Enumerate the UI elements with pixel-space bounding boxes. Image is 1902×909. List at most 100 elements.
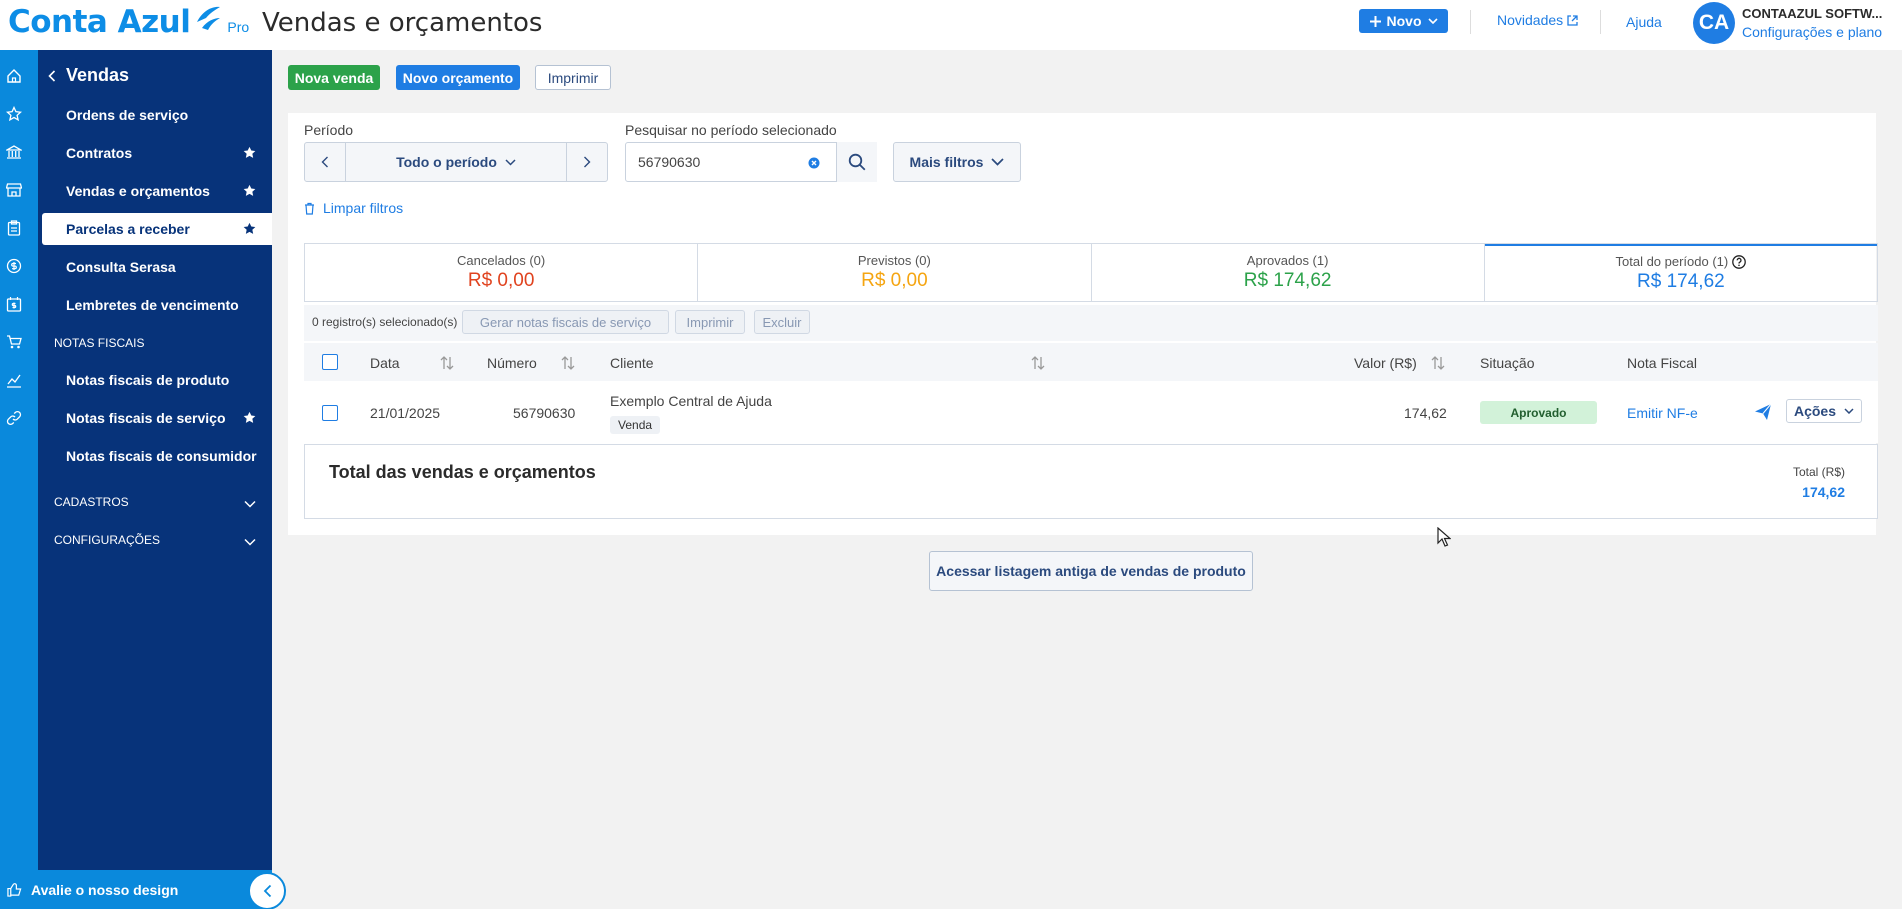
row-value: 174,62 <box>1404 405 1447 421</box>
star-filled-icon[interactable] <box>243 184 256 197</box>
period-label: Período <box>304 122 354 138</box>
plan-badge: Pro <box>227 19 250 35</box>
feedback-bar[interactable]: Avalie o nosso design <box>0 870 272 909</box>
bank-icon[interactable] <box>6 144 22 160</box>
star-filled-icon[interactable] <box>243 222 256 235</box>
collapse-sidebar-button[interactable] <box>248 872 286 909</box>
chart-icon[interactable] <box>6 372 22 388</box>
more-filters-button[interactable]: Mais filtros <box>893 142 1021 182</box>
star-icon[interactable] <box>6 106 22 122</box>
card-label: Cancelados (0) <box>457 253 546 268</box>
old-list-button[interactable]: Acessar listagem antiga de vendas de pro… <box>929 551 1253 591</box>
column-header-numero[interactable]: Número <box>487 355 537 371</box>
search-value: 56790630 <box>638 154 701 170</box>
chevron-down-icon[interactable] <box>244 500 256 508</box>
sidebar-item-parcelas-receber[interactable]: Parcelas a receber <box>42 213 272 245</box>
search-icon <box>848 153 866 171</box>
calendar-dollar-icon[interactable] <box>6 296 22 312</box>
sidebar-item-label: Notas fiscais de serviço <box>66 410 226 426</box>
new-sale-button[interactable]: Nova venda <box>288 65 380 90</box>
divider <box>1600 10 1601 34</box>
send-icon[interactable] <box>1754 403 1772 421</box>
sort-icon[interactable] <box>1030 355 1046 371</box>
help-link[interactable]: Ajuda <box>1626 14 1662 30</box>
more-filters-label: Mais filtros <box>909 154 984 170</box>
select-all-checkbox[interactable] <box>322 354 338 370</box>
sidebar-item-label: Ordens de serviço <box>66 107 189 123</box>
cart-icon[interactable] <box>6 334 22 350</box>
chevron-left-icon <box>263 884 271 898</box>
avatar[interactable]: CA <box>1693 2 1735 44</box>
period-prev-button[interactable] <box>305 143 345 181</box>
chevron-down-icon[interactable] <box>244 538 256 546</box>
actions-dropdown[interactable]: Ações <box>1786 399 1862 423</box>
bulk-delete-button[interactable]: Excluir <box>754 310 810 334</box>
clipboard-icon[interactable] <box>6 220 22 236</box>
row-checkbox[interactable] <box>322 405 338 421</box>
sidebar-section-config[interactable]: CONFIGURAÇÕES <box>54 533 160 547</box>
sidebar-item-contratos[interactable]: Contratos <box>38 137 272 169</box>
chevron-left-icon <box>48 69 56 82</box>
sidebar-item-label: Lembretes de vencimento <box>66 297 239 313</box>
logo-text: Conta Azul <box>8 4 191 40</box>
row-client: Exemplo Central de Ajuda <box>610 393 772 409</box>
period-value: Todo o período <box>396 154 497 170</box>
news-link[interactable]: Novidades <box>1497 12 1578 28</box>
card-label: Previstos (0) <box>857 253 931 268</box>
period-dropdown[interactable]: Todo o período <box>345 143 567 181</box>
print-button[interactable]: Imprimir <box>535 65 611 90</box>
link-icon[interactable] <box>6 410 22 426</box>
selected-count: 0 registro(s) selecionado(s) <box>312 315 458 329</box>
column-header-nota-fiscal: Nota Fiscal <box>1627 355 1698 371</box>
clear-filters-link[interactable]: Limpar filtros <box>304 200 403 216</box>
help-icon[interactable] <box>1732 254 1747 269</box>
home-icon[interactable] <box>6 68 22 84</box>
star-filled-icon[interactable] <box>243 411 256 424</box>
search-button[interactable] <box>836 142 877 182</box>
period-next-button[interactable] <box>567 143 607 181</box>
new-quote-button[interactable]: Novo orçamento <box>396 65 520 90</box>
generate-invoices-button[interactable]: Gerar notas fiscais de serviço <box>462 310 669 334</box>
sort-icon[interactable] <box>1430 355 1446 371</box>
sidebar-item-lembretes[interactable]: Lembretes de vencimento <box>38 289 272 321</box>
dollar-icon[interactable] <box>6 258 22 274</box>
logo[interactable]: Conta Azul Pro <box>8 4 249 40</box>
sidebar-back[interactable]: Vendas <box>48 65 129 86</box>
new-button[interactable]: Novo <box>1359 9 1448 33</box>
sidebar-item-ordens-servico[interactable]: Ordens de serviço <box>38 99 272 131</box>
sidebar-item-nf-servico[interactable]: Notas fiscais de serviço <box>38 402 272 434</box>
sidebar-item-label: Consulta Serasa <box>66 259 176 275</box>
config-plan-link[interactable]: Configurações e plano <box>1742 24 1882 40</box>
column-header-data[interactable]: Data <box>370 355 400 371</box>
sidebar-section-notas: NOTAS FISCAIS <box>54 336 145 350</box>
page-title: Vendas e orçamentos <box>262 8 543 38</box>
sidebar-item-label: Notas fiscais de produto <box>66 372 230 388</box>
card-value: R$ 174,62 <box>1637 271 1725 292</box>
summary-card-aprovados[interactable]: Aprovados (1) R$ 174,62 <box>1092 244 1485 301</box>
sidebar-section-cadastros[interactable]: CADASTROS <box>54 495 129 509</box>
sidebar-item-nf-produto[interactable]: Notas fiscais de produto <box>38 364 272 396</box>
search-input[interactable]: 56790630 <box>625 142 877 182</box>
company-name[interactable]: CONTAAZUL SOFTW... <box>1742 6 1882 21</box>
bulk-print-button[interactable]: Imprimir <box>675 310 745 334</box>
sidebar-item-label: Contratos <box>66 145 133 161</box>
summary-card-total[interactable]: Total do período (1) R$ 174,62 <box>1484 244 1877 301</box>
summary-card-previstos[interactable]: Previstos (0) R$ 0,00 <box>698 244 1092 301</box>
sidebar-item-vendas-orcamentos[interactable]: Vendas e orçamentos <box>38 175 272 207</box>
column-header-valor[interactable]: Valor (R$) <box>1354 355 1417 371</box>
clear-filters-label: Limpar filtros <box>323 200 404 216</box>
column-header-cliente[interactable]: Cliente <box>610 355 654 371</box>
emit-nfe-link[interactable]: Emitir NF-e <box>1627 405 1698 421</box>
plus-icon <box>1369 15 1381 27</box>
totals-value: 174,62 <box>1802 484 1845 500</box>
store-icon[interactable] <box>6 182 22 198</box>
sort-icon[interactable] <box>439 355 455 371</box>
sidebar-item-nf-consumidor[interactable]: Notas fiscais de consumidor <box>38 440 272 472</box>
sort-icon[interactable] <box>560 355 576 371</box>
sidebar-item-consulta-serasa[interactable]: Consulta Serasa <box>38 251 272 283</box>
top-bar: Conta Azul Pro Vendas e orçamentos Novo … <box>0 0 1902 50</box>
clear-search-icon[interactable] <box>808 157 820 169</box>
summary-card-cancelados[interactable]: Cancelados (0) R$ 0,00 <box>305 244 699 301</box>
star-filled-icon[interactable] <box>243 146 256 159</box>
table-row[interactable]: 21/01/2025 56790630 Exemplo Central de A… <box>304 381 1878 443</box>
